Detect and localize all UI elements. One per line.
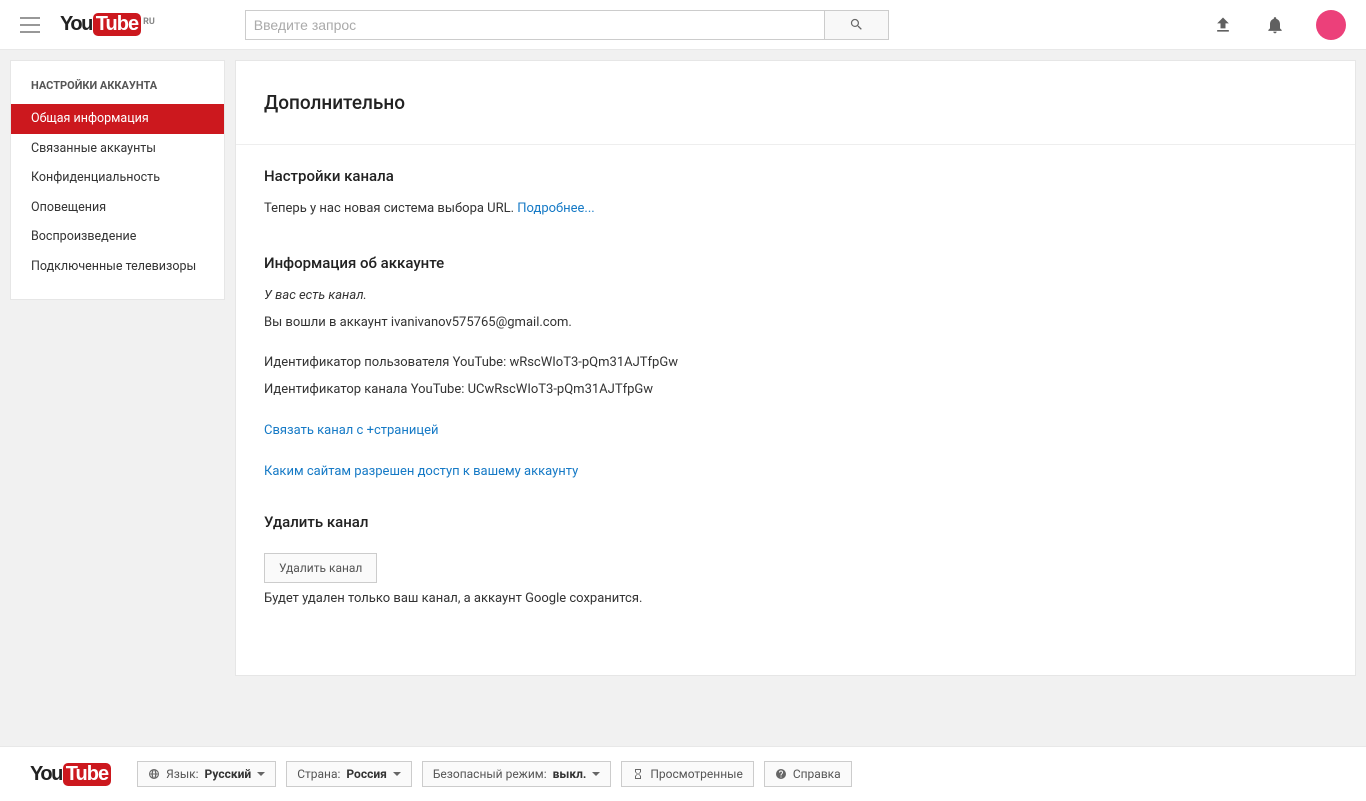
hourglass-icon <box>632 768 644 780</box>
chevron-down-icon <box>592 772 600 776</box>
main-content: Дополнительно Настройки канала Теперь у … <box>235 60 1356 676</box>
delete-note: Будет удален только ваш канал, а аккаунт… <box>264 589 1327 610</box>
menu-icon[interactable] <box>20 17 40 33</box>
sidebar-item-privacy[interactable]: Конфиденциальность <box>11 163 224 193</box>
channel-id-text: Идентификатор канала YouTube: UCwRscWIoT… <box>264 380 1327 401</box>
country-value: Россия <box>346 767 386 781</box>
logo-region: RU <box>143 17 155 27</box>
upload-button[interactable] <box>1212 14 1234 36</box>
page-title: Дополнительно <box>264 91 1327 114</box>
learn-more-link[interactable]: Подробнее... <box>517 201 594 216</box>
language-selector[interactable]: Язык: Русский <box>137 761 276 787</box>
safemode-label: Безопасный режим: <box>433 767 547 781</box>
delete-channel-button[interactable]: Удалить канал <box>264 553 377 583</box>
globe-icon <box>148 768 160 780</box>
language-label: Язык: <box>166 767 198 781</box>
help-button[interactable]: Справка <box>764 761 852 787</box>
footer: YouTube Язык: Русский Страна: Россия Без… <box>0 746 1366 801</box>
help-label: Справка <box>793 767 841 781</box>
search-button[interactable] <box>825 10 889 40</box>
history-button[interactable]: Просмотренные <box>621 761 753 787</box>
safemode-selector[interactable]: Безопасный режим: выкл. <box>422 761 612 787</box>
sidebar-title: НАСТРОЙКИ АККАУНТА <box>11 79 224 104</box>
search-input[interactable] <box>245 10 825 40</box>
have-channel-text: У вас есть канал. <box>264 286 1327 307</box>
country-label: Страна: <box>297 767 340 781</box>
divider <box>236 144 1355 145</box>
sidebar-item-overview[interactable]: Общая информация <box>11 104 224 134</box>
history-label: Просмотренные <box>650 767 742 781</box>
chevron-down-icon <box>393 772 401 776</box>
channel-settings-heading: Настройки канала <box>264 167 1327 185</box>
header-actions <box>1212 10 1346 40</box>
upload-icon <box>1213 15 1233 35</box>
logged-in-text: Вы вошли в аккаунт ivanivanov575765@gmai… <box>264 313 1327 334</box>
bell-icon <box>1265 15 1285 35</box>
sidebar-item-linked-accounts[interactable]: Связанные аккаунты <box>11 134 224 164</box>
sidebar: НАСТРОЙКИ АККАУНТА Общая информация Связ… <box>10 60 225 300</box>
header: YouTube RU <box>0 0 1366 50</box>
search-icon <box>849 17 864 32</box>
account-info-heading: Информация об аккаунте <box>264 254 1327 272</box>
footer-logo[interactable]: YouTube <box>30 763 111 786</box>
sidebar-item-playback[interactable]: Воспроизведение <box>11 222 224 252</box>
site-access-link[interactable]: Каким сайтам разрешен доступ к вашему ак… <box>264 464 578 479</box>
avatar[interactable] <box>1316 10 1346 40</box>
search-form <box>245 10 889 40</box>
help-icon <box>775 768 787 780</box>
notifications-button[interactable] <box>1264 14 1286 36</box>
link-plus-page[interactable]: Связать канал с +страницей <box>264 423 438 438</box>
country-selector[interactable]: Страна: Россия <box>286 761 412 787</box>
sidebar-item-notifications[interactable]: Оповещения <box>11 193 224 223</box>
user-id-text: Идентификатор пользователя YouTube: wRsc… <box>264 353 1327 374</box>
url-msg-text: Теперь у нас новая система выбора URL. <box>264 201 517 216</box>
delete-channel-heading: Удалить канал <box>264 513 1327 531</box>
sidebar-item-tvs[interactable]: Подключенные телевизоры <box>11 252 224 282</box>
url-system-msg: Теперь у нас новая система выбора URL. П… <box>264 199 1327 220</box>
language-value: Русский <box>205 767 252 781</box>
youtube-logo[interactable]: YouTube RU <box>60 13 155 36</box>
safemode-value: выкл. <box>553 767 587 781</box>
chevron-down-icon <box>257 772 265 776</box>
